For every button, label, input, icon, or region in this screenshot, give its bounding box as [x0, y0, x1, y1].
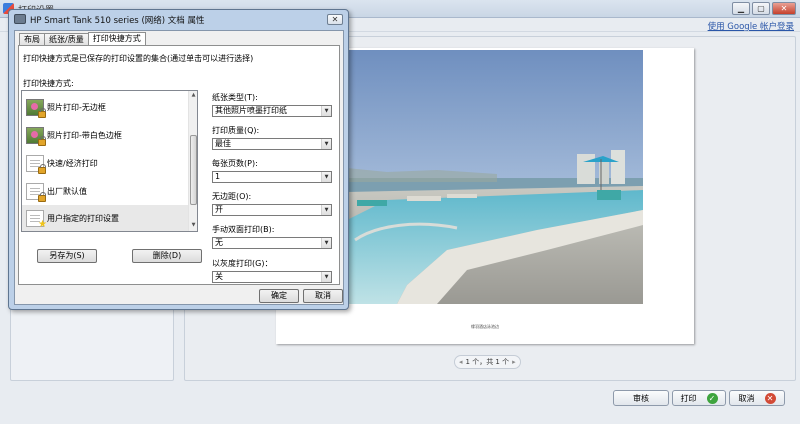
- chevron-down-icon: ▼: [321, 139, 331, 149]
- pages-per-sheet-select[interactable]: 1 ▼: [212, 171, 332, 183]
- photo-thumbnail-icon: [26, 127, 46, 146]
- printer-icon: [14, 14, 26, 24]
- save-as-button[interactable]: 另存为(S): [37, 249, 97, 263]
- shortcuts-list-label: 打印快捷方式:: [23, 79, 74, 88]
- scroll-up-icon[interactable]: ▲: [190, 92, 197, 98]
- chevron-down-icon: ▼: [321, 205, 331, 215]
- options-button[interactable]: 审核: [613, 390, 669, 406]
- shortcuts-description: 打印快捷方式是已保存的打印设置的集合(通过单击可以进行选择): [23, 54, 254, 63]
- photo-thumbnail-icon: [26, 99, 46, 118]
- shortcut-item-fast-economy[interactable]: 快速/经济打印: [22, 150, 189, 177]
- close-icon[interactable]: ✕: [772, 2, 796, 15]
- chevron-down-icon: ▼: [321, 172, 331, 182]
- pool-photo-image: [347, 50, 643, 304]
- borderless-label: 无边距(O):: [212, 192, 252, 201]
- window-controls: ▁ ▢ ✕: [732, 2, 796, 15]
- dialog-title: HP Smart Tank 510 series (网络) 文档 属性: [30, 16, 205, 26]
- shortcut-item-photo-borderless[interactable]: 照片打印-无边框: [22, 94, 189, 121]
- page-navigator: ◂ 1 个，共 1 个 ▸: [454, 355, 521, 369]
- chevron-down-icon: ▼: [321, 272, 331, 282]
- dialog-titlebar[interactable]: HP Smart Tank 510 series (网络) 文档 属性 ✕: [9, 10, 348, 29]
- scroll-down-icon[interactable]: ▼: [190, 222, 197, 228]
- shortcuts-list[interactable]: 照片打印-无边框 照片打印-带白色边框 快速/经济打印 出厂默认值 ★ 用户指定…: [21, 90, 198, 232]
- maximize-icon[interactable]: ▢: [752, 2, 770, 15]
- print-button-label: 打印: [680, 393, 697, 403]
- delete-button[interactable]: 删除(D): [132, 249, 202, 263]
- manual-duplex-select[interactable]: 无 ▼: [212, 237, 332, 249]
- options-button-label: 审核: [633, 393, 649, 403]
- grayscale-select[interactable]: 关 ▼: [212, 271, 332, 283]
- document-thumbnail-icon: ★: [26, 210, 47, 230]
- shortcuts-tab-page: 打印快捷方式是已保存的打印设置的集合(通过单击可以进行选择) 打印快捷方式: 照…: [18, 45, 340, 285]
- chevron-down-icon: ▼: [321, 106, 331, 116]
- preview-photo: [347, 50, 643, 304]
- lock-icon: [38, 192, 46, 202]
- tab-print-shortcuts[interactable]: 打印快捷方式: [87, 32, 146, 45]
- minimize-icon[interactable]: ▁: [732, 2, 750, 15]
- tab-strip: 布局 纸张/质量 打印快捷方式: [19, 32, 146, 45]
- print-quality-value: 最佳: [215, 139, 231, 148]
- shortcut-item-factory-defaults[interactable]: 出厂默认值: [22, 178, 189, 205]
- borderless-value: 开: [215, 205, 223, 214]
- lock-icon: [38, 108, 46, 118]
- scroll-thumb[interactable]: [190, 135, 197, 205]
- pages-per-sheet-label: 每张页数(P):: [212, 159, 258, 168]
- chevron-down-icon: ▼: [321, 238, 331, 248]
- shortcut-label: 出厂默认值: [47, 187, 87, 196]
- print-button[interactable]: 打印 ✓: [672, 390, 726, 406]
- grayscale-label: 以灰度打印(G)：: [212, 259, 273, 268]
- dialog-close-button[interactable]: ✕: [327, 14, 343, 25]
- tab-layout[interactable]: 布局: [19, 33, 45, 45]
- print-quality-label: 打印质量(Q):: [212, 126, 260, 135]
- cancel-print-label: 取消: [738, 393, 755, 403]
- paper-type-label: 纸张类型(T):: [212, 93, 258, 102]
- shortcut-item-photo-white-border[interactable]: 照片打印-带白色边框: [22, 122, 189, 149]
- shortcut-label: 照片打印-带白色边框: [47, 131, 122, 140]
- list-scrollbar[interactable]: ▲ ▼: [188, 91, 197, 231]
- cancel-print-button[interactable]: 取消 ✕: [729, 390, 785, 406]
- pages-per-sheet-value: 1: [215, 172, 221, 181]
- document-thumbnail-icon: [26, 183, 46, 202]
- lock-icon: [38, 164, 46, 174]
- page-count-text: 1 个，共 1 个: [465, 358, 510, 366]
- document-thumbnail-icon: [26, 155, 46, 174]
- lock-icon: [38, 136, 46, 146]
- dialog-body: 布局 纸张/质量 打印快捷方式 打印快捷方式是已保存的打印设置的集合(通过单击可…: [14, 30, 344, 305]
- print-quality-select[interactable]: 最佳 ▼: [212, 138, 332, 150]
- shortcut-label: 照片打印-无边框: [47, 103, 106, 112]
- tab-paper-quality[interactable]: 纸张/质量: [44, 33, 89, 45]
- photo-caption: 缘羽酒店泳池边: [471, 324, 499, 329]
- shortcut-label: 快速/经济打印: [47, 159, 98, 168]
- manual-duplex-value: 无: [215, 238, 223, 247]
- star-icon: ★: [38, 219, 47, 230]
- paper-type-select[interactable]: 其他照片喷墨打印纸 ▼: [212, 105, 332, 117]
- shortcut-label: 用户指定的打印设置: [47, 214, 119, 223]
- checkmark-icon: ✓: [706, 392, 718, 404]
- printer-properties-dialog: HP Smart Tank 510 series (网络) 文档 属性 ✕ 布局…: [8, 9, 349, 310]
- paper-type-value: 其他照片喷墨打印纸: [215, 106, 287, 115]
- next-page-icon[interactable]: ▸: [512, 358, 516, 366]
- dialog-cancel-button[interactable]: 取消: [303, 289, 343, 303]
- prev-page-icon[interactable]: ◂: [459, 358, 463, 366]
- borderless-select[interactable]: 开 ▼: [212, 204, 332, 216]
- ok-button[interactable]: 确定: [259, 289, 299, 303]
- grayscale-value: 关: [215, 272, 223, 281]
- shortcut-item-user-defined[interactable]: ★ 用户指定的打印设置: [22, 205, 189, 231]
- manual-duplex-label: 手动双面打印(B):: [212, 225, 275, 234]
- cancel-icon: ✕: [764, 392, 776, 404]
